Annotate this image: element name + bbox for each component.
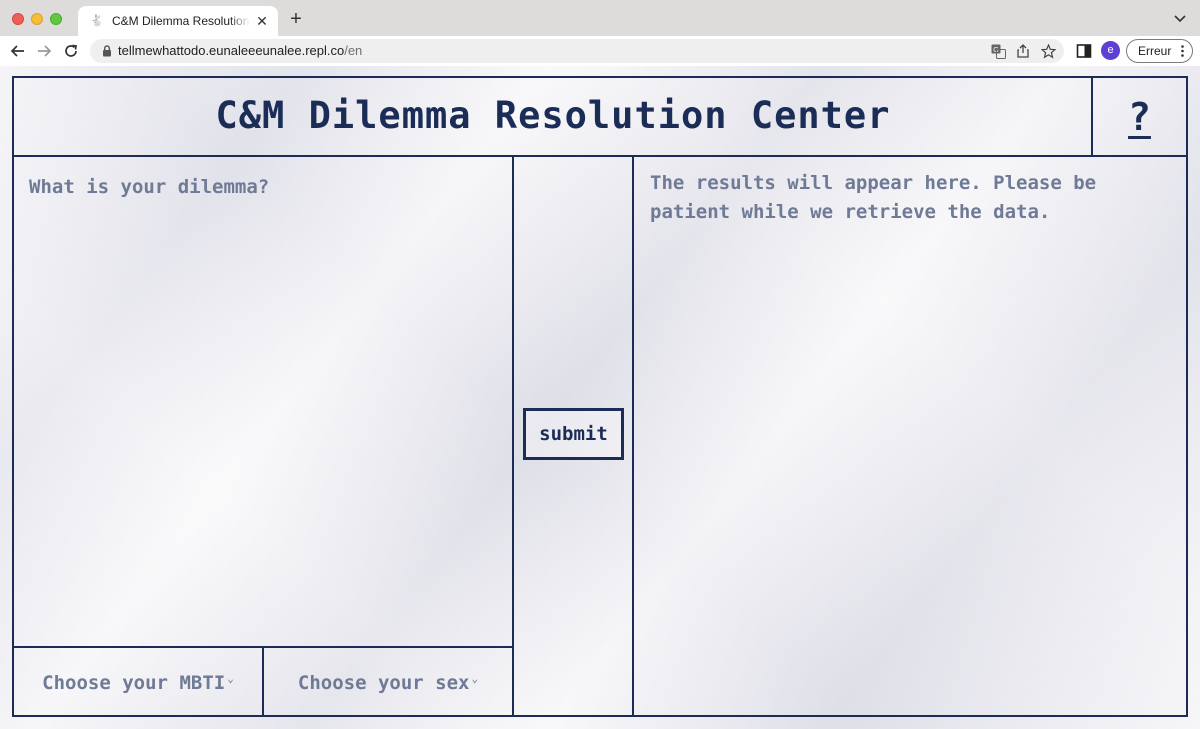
arrow-left-icon[interactable]: [7, 40, 29, 62]
page-content: C&M Dilemma Resolution Center ? submit T…: [0, 66, 1200, 729]
address-bar[interactable]: tellmewhattodo.eunaleeeunalee.repl.co/en…: [90, 39, 1064, 63]
browser-tab[interactable]: 🐇 C&M Dilemma Resolution Center ✕: [78, 6, 278, 36]
tab-title: C&M Dilemma Resolution Center: [112, 14, 250, 28]
tab-close-icon[interactable]: ✕: [254, 13, 270, 29]
star-icon[interactable]: [1040, 43, 1056, 59]
chevron-down-icon: ⌄: [471, 672, 479, 685]
sex-select[interactable]: Choose your sex ⌄: [264, 650, 512, 715]
browser-tab-strip: 🐇 C&M Dilemma Resolution Center ✕ +: [0, 0, 1200, 36]
arrow-right-icon[interactable]: [33, 40, 55, 62]
share-icon[interactable]: [1015, 43, 1031, 59]
profile-label: Erreur: [1138, 44, 1172, 58]
results-text: The results will appear here. Please be …: [650, 172, 1097, 223]
translate-icon[interactable]: G: [990, 43, 1006, 59]
frame-right-border: [1186, 76, 1188, 717]
sex-select-label: Choose your sex: [297, 671, 470, 694]
lock-icon: [103, 45, 111, 57]
rabbit-icon: 🐇: [90, 15, 104, 27]
mbti-select[interactable]: Choose your MBTI ⌄: [14, 650, 262, 715]
reload-icon[interactable]: [60, 40, 82, 62]
profile-error-button[interactable]: Erreur: [1126, 39, 1193, 63]
url-text: tellmewhattodo.eunaleeeunalee.repl.co/en: [118, 43, 363, 58]
submit-column-divider: [632, 155, 634, 717]
tab-search-chevron-icon[interactable]: [1172, 10, 1188, 26]
chevron-down-icon: ⌄: [227, 672, 234, 685]
page-title: C&M Dilemma Resolution Center: [215, 94, 891, 137]
close-window-button[interactable]: [12, 13, 24, 25]
help-button[interactable]: ?: [1093, 78, 1186, 156]
side-panel-icon[interactable]: [1076, 43, 1092, 59]
minimize-window-button[interactable]: [31, 13, 43, 25]
new-tab-icon[interactable]: +: [286, 9, 306, 29]
mbti-select-label: Choose your MBTI: [42, 671, 226, 694]
frame-left-border: [12, 76, 14, 717]
submit-button[interactable]: submit: [523, 408, 624, 460]
avatar[interactable]: e: [1101, 41, 1120, 60]
dilemma-input[interactable]: [16, 159, 511, 645]
input-column-divider: [512, 155, 514, 717]
header-divider: [12, 155, 1188, 157]
svg-text:G: G: [993, 47, 998, 54]
frame-bottom-border: [12, 715, 1188, 717]
frame-top-border: [12, 76, 1188, 78]
browser-toolbar: tellmewhattodo.eunaleeeunalee.repl.co/en…: [0, 36, 1200, 66]
maximize-window-button[interactable]: [50, 13, 62, 25]
more-menu-icon[interactable]: [1181, 45, 1184, 57]
